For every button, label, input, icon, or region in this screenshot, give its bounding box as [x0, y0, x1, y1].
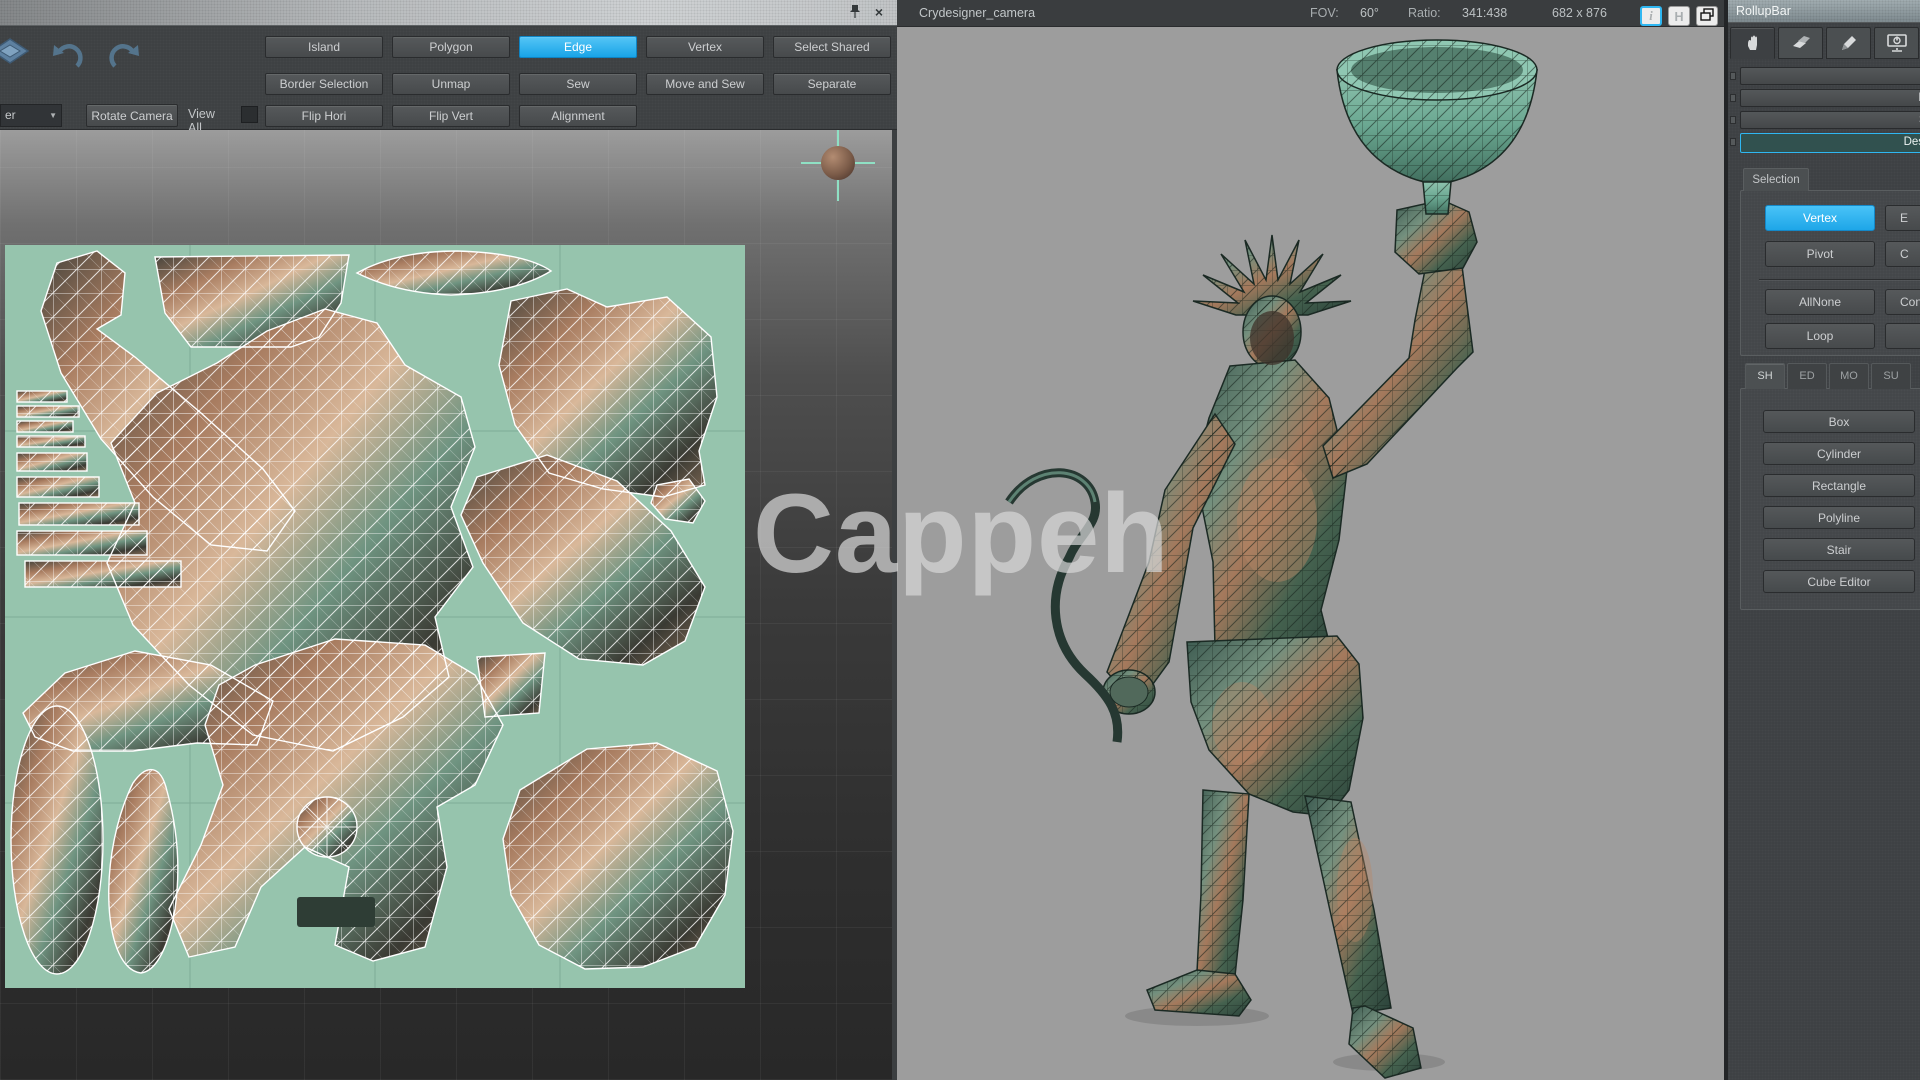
- box-button[interactable]: Box: [1763, 410, 1915, 433]
- island-button[interactable]: Island: [265, 36, 383, 58]
- rollupbar-header: RollupBar: [1728, 0, 1920, 23]
- rollup-header-designer[interactable]: Desig: [1740, 133, 1920, 153]
- rollup-row: De: [1730, 89, 1920, 107]
- rotate-camera-button[interactable]: Rotate Camera: [86, 104, 178, 127]
- selection-groupbox: Selection Vertex E Pivot C AllNone Con L…: [1740, 190, 1920, 356]
- cut-button-4[interactable]: [1885, 323, 1920, 349]
- rollup-row: Desig: [1730, 133, 1920, 153]
- rollup-header-2[interactable]: De: [1740, 89, 1920, 107]
- restore-icon[interactable]: [1696, 6, 1718, 26]
- layers-icon: [1790, 33, 1812, 53]
- uv-mapping-panel: × Is: [0, 0, 897, 1080]
- move-and-sew-button[interactable]: Move and Sew: [646, 73, 764, 95]
- display-icon: [1886, 33, 1908, 53]
- viewport-header: Crydesigner_camera FOV: 60° Ratio: 341:4…: [897, 0, 1724, 27]
- uv-panel-titlebar: ×: [0, 0, 897, 26]
- helper-icon[interactable]: H: [1668, 6, 1690, 26]
- loop-button[interactable]: Loop: [1765, 323, 1875, 349]
- rollup-header-1[interactable]: O: [1740, 67, 1920, 85]
- rollup-row: Se: [1730, 111, 1920, 129]
- undo-icon[interactable]: [50, 39, 86, 80]
- pivot-button[interactable]: Pivot: [1765, 241, 1875, 267]
- rollup-header-3[interactable]: Se: [1740, 111, 1920, 129]
- flip-hori-button[interactable]: Flip Hori: [265, 105, 383, 127]
- uv-stack-icon[interactable]: [0, 37, 30, 76]
- rectangle-button[interactable]: Rectangle: [1763, 474, 1915, 497]
- fov-label: FOV:: [1310, 6, 1339, 20]
- ratio-value: 341:438: [1462, 6, 1507, 20]
- tab-modelling[interactable]: [1826, 27, 1871, 59]
- tab-terrain[interactable]: [1778, 27, 1823, 59]
- sew-button[interactable]: Sew: [519, 73, 637, 95]
- vertex-select-button[interactable]: Vertex: [1765, 205, 1875, 231]
- separator: [1759, 279, 1920, 280]
- rollupbar-title: RollupBar: [1736, 4, 1791, 18]
- polygon-button[interactable]: Polygon: [392, 36, 510, 58]
- view-all-checkbox[interactable]: [241, 106, 258, 123]
- tab-edit[interactable]: ED: [1787, 363, 1827, 389]
- polyline-button[interactable]: Polyline: [1763, 506, 1915, 529]
- perspective-viewport[interactable]: Crydesigner_camera FOV: 60° Ratio: 341:4…: [897, 0, 1726, 1080]
- rollupbar-tabs: [1730, 27, 1919, 59]
- cut-button-2[interactable]: C: [1885, 241, 1920, 267]
- tab-shape[interactable]: SH: [1745, 363, 1785, 389]
- rollup-notch: [1730, 138, 1736, 146]
- redo-icon[interactable]: [106, 39, 142, 80]
- uv-action-button-row: Border Selection Unmap Sew Move and Sew …: [265, 73, 891, 95]
- rollup-notch: [1730, 116, 1736, 124]
- select-shared-button[interactable]: Select Shared: [773, 36, 891, 58]
- select-hand-icon: [1743, 33, 1763, 53]
- pencil-icon: [1839, 33, 1859, 53]
- rollupbar-panel: RollupBar O De Se: [1726, 0, 1920, 1080]
- rollup-notch: [1730, 94, 1736, 102]
- tab-display[interactable]: [1874, 27, 1919, 59]
- tab-surface[interactable]: SU: [1871, 363, 1911, 389]
- connected-button[interactable]: Con: [1885, 289, 1920, 315]
- alignment-button[interactable]: Alignment: [519, 105, 637, 127]
- vertex-button[interactable]: Vertex: [646, 36, 764, 58]
- edge-button[interactable]: Edge: [519, 36, 637, 58]
- fov-value: 60°: [1360, 6, 1379, 20]
- info-icon[interactable]: i: [1640, 6, 1662, 26]
- close-icon[interactable]: ×: [871, 4, 887, 20]
- cube-editor-button[interactable]: Cube Editor: [1763, 570, 1915, 593]
- uv-transform-button-row: Flip Hori Flip Vert Alignment: [265, 105, 637, 127]
- uv-texture-image: [5, 245, 745, 988]
- viewport-camera-name: Crydesigner_camera: [919, 6, 1035, 20]
- uv-viewport[interactable]: [0, 130, 892, 1080]
- tab-objects[interactable]: [1730, 27, 1775, 59]
- ratio-label: Ratio:: [1408, 6, 1441, 20]
- camera-dropdown-value: er: [5, 108, 16, 122]
- viewport-resolution: 682 x 876: [1552, 6, 1607, 20]
- uv-gizmo-sphere[interactable]: [821, 146, 855, 180]
- flip-vert-button[interactable]: Flip Vert: [392, 105, 510, 127]
- edge-select-button[interactable]: E: [1885, 205, 1920, 231]
- shapes-tabs: SH ED MO SU: [1745, 363, 1911, 389]
- stair-button[interactable]: Stair: [1763, 538, 1915, 561]
- cylinder-button[interactable]: Cylinder: [1763, 442, 1915, 465]
- allnone-button[interactable]: AllNone: [1765, 289, 1875, 315]
- chevron-down-icon: ▼: [49, 105, 57, 126]
- selection-tab[interactable]: Selection: [1743, 168, 1809, 191]
- separate-button[interactable]: Separate: [773, 73, 891, 95]
- uv-toolbar: Island Polygon Edge Vertex Select Shared…: [0, 27, 897, 130]
- cryengine-uv-mapping-window: × Is: [0, 0, 1920, 1080]
- uv-mode-button-row: Island Polygon Edge Vertex Select Shared: [265, 36, 891, 58]
- tab-modify[interactable]: MO: [1829, 363, 1869, 389]
- border-selection-button[interactable]: Border Selection: [265, 73, 383, 95]
- pin-icon[interactable]: [847, 4, 863, 20]
- rollup-notch: [1730, 72, 1736, 80]
- statue-model: [897, 0, 1726, 1080]
- unmap-button[interactable]: Unmap: [392, 73, 510, 95]
- rollup-row: O: [1730, 67, 1920, 85]
- camera-dropdown[interactable]: er ▼: [0, 104, 62, 127]
- shapes-groupbox: SH ED MO SU Box Cylinder Rectangle Polyl…: [1740, 388, 1920, 610]
